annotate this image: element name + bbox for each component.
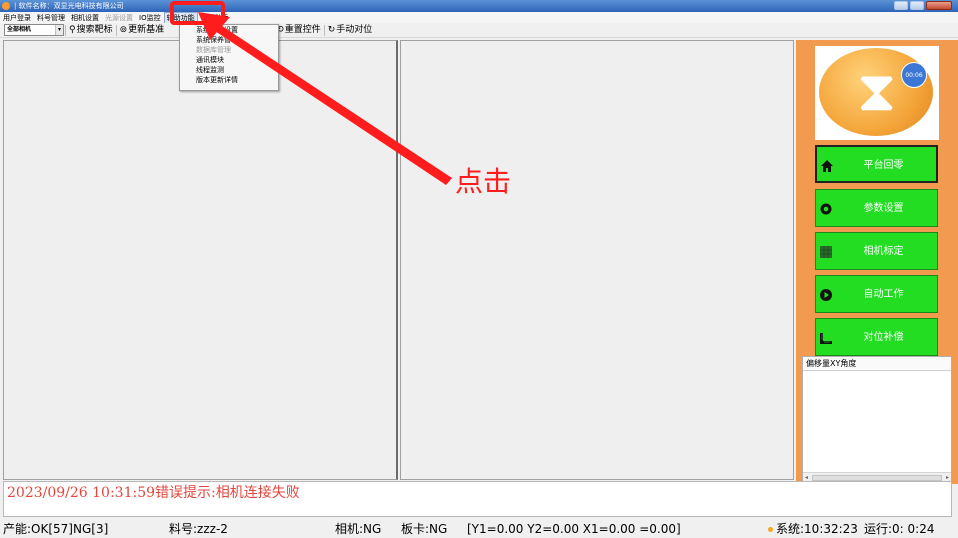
error-log-line: 2023/09/26 10:31:59错误提示:相机连接失败 <box>7 485 300 501</box>
menu-light-settings[interactable]: 光源设置 <box>102 13 136 23</box>
coordinates-readout: [Y1=0.00 Y2=0.00 X1=0.00 =0.00] <box>467 522 681 536</box>
alignment-compensation-label: 对位补偿 <box>863 332 904 343</box>
pin-icon: ⊚ <box>119 25 128 35</box>
board-status: 板卡:NG <box>401 522 448 536</box>
alignment-compensation-button[interactable]: 对位补偿 <box>815 318 938 356</box>
camera-status: 相机:NG <box>335 522 382 536</box>
title-bar: | 软件名称：双显光电科技有限公司 <box>0 0 958 12</box>
reset-controls-button[interactable]: ⟲ 重置控件 <box>274 24 323 36</box>
annotation-label: 点击 <box>455 165 512 198</box>
camera-view-right[interactable] <box>400 40 794 480</box>
manual-align-icon: ↻ <box>327 25 336 35</box>
aux-functions-dropdown: 系统参数设置 系统保养管理 数据库管理 通讯模块 线程监测 版本更新详情 <box>179 24 279 91</box>
platform-home-label: 平台回零 <box>863 160 904 171</box>
minimize-button[interactable] <box>894 1 908 10</box>
search-target-label: 搜索靶标 <box>76 25 113 35</box>
maximize-button[interactable] <box>910 1 924 10</box>
timer-badge: 00:06 <box>901 62 927 88</box>
search-icon: ⚲ <box>69 25 76 35</box>
toolbar-separator <box>115 24 117 36</box>
offset-list[interactable]: 偏移量XY角度 ◂ ▸ <box>802 356 952 483</box>
logo-box: ⧗ 00:06 <box>815 46 939 140</box>
camera-view-left[interactable] <box>3 40 398 480</box>
menu-item-maintenance[interactable]: 系统保养管理 <box>180 35 278 45</box>
menu-item-communication[interactable]: 通讯模块 <box>180 55 278 65</box>
parameter-settings-label: 参数设置 <box>863 203 904 214</box>
menu-item-system-params[interactable]: 系统参数设置 <box>180 25 278 35</box>
manual-align-button[interactable]: ↻ 手动对位 <box>326 24 375 36</box>
menu-user-login[interactable]: 用户登录 <box>0 13 34 23</box>
toolbar-separator <box>323 24 325 36</box>
platform-home-button[interactable]: 平台回零 <box>815 145 938 183</box>
app-icon <box>2 2 10 10</box>
update-baseline-button[interactable]: ⊚ 更新基准 <box>118 24 167 36</box>
search-target-button[interactable]: ⚲ 搜索靶标 <box>67 24 115 36</box>
menu-item-version-details[interactable]: 版本更新详情 <box>180 75 278 85</box>
annotation-highlight-box <box>170 1 225 25</box>
menu-camera-settings[interactable]: 相机设置 <box>68 13 102 23</box>
window-controls <box>894 1 952 11</box>
parameter-settings-button[interactable]: 参数设置 <box>815 189 938 227</box>
chevron-down-icon: ▾ <box>55 25 63 35</box>
camera-select-value: 全部相机 <box>7 26 32 33</box>
camera-select[interactable]: 全部相机 ▾ <box>4 24 64 36</box>
camera-calibration-label: 相机标定 <box>863 246 904 257</box>
menu-part-management[interactable]: 料号管理 <box>34 13 68 23</box>
auto-work-button[interactable]: 自动工作 <box>815 275 938 313</box>
run-time: 运行:0: 0:24 <box>864 522 935 536</box>
status-indicator-icon <box>768 527 773 532</box>
menu-io-monitor[interactable]: IO监控 <box>136 13 164 23</box>
manual-align-label: 手动对位 <box>336 25 373 35</box>
menu-item-thread-monitor[interactable]: 线程监测 <box>180 65 278 75</box>
update-baseline-label: 更新基准 <box>128 25 165 35</box>
production-count: 产能:OK[57]NG[3] <box>3 522 109 536</box>
part-number: 料号:zzz-2 <box>169 522 228 536</box>
hourglass-icon: ⧗ <box>857 59 897 124</box>
status-bar: 产能:OK[57]NG[3] 料号:zzz-2 相机:NG 板卡:NG [Y1=… <box>0 519 958 538</box>
window-title: | 软件名称：双显光电科技有限公司 <box>14 2 124 10</box>
offset-list-header: 偏移量XY角度 <box>803 357 951 371</box>
close-button[interactable] <box>926 1 952 10</box>
menu-item-database[interactable]: 数据库管理 <box>180 45 278 55</box>
camera-calibration-button[interactable]: 相机标定 <box>815 232 938 270</box>
toolbar: 全部相机 ▾ ⚲ 搜索靶标 ⊚ 更新基准 ⟲ 重置控件 ↻ 手动对位 <box>0 23 958 38</box>
reset-controls-label: 重置控件 <box>284 25 321 35</box>
auto-work-label: 自动工作 <box>863 289 904 300</box>
menu-bar: 用户登录 料号管理 相机设置 光源设置 IO监控 辅助功能 调试助手 <box>0 11 958 24</box>
system-time: 系统:10:32:23 <box>776 522 858 536</box>
main-window: | 软件名称：双显光电科技有限公司 用户登录 料号管理 相机设置 光源设置 IO… <box>0 0 958 538</box>
log-area: 2023/09/26 10:31:59错误提示:相机连接失败 <box>3 481 952 517</box>
sidebar: ⧗ 00:06 平台回零 参数设置 相机标定 自动工作 对位补偿 偏移量XY角度… <box>796 40 958 484</box>
toolbar-separator <box>65 24 66 36</box>
